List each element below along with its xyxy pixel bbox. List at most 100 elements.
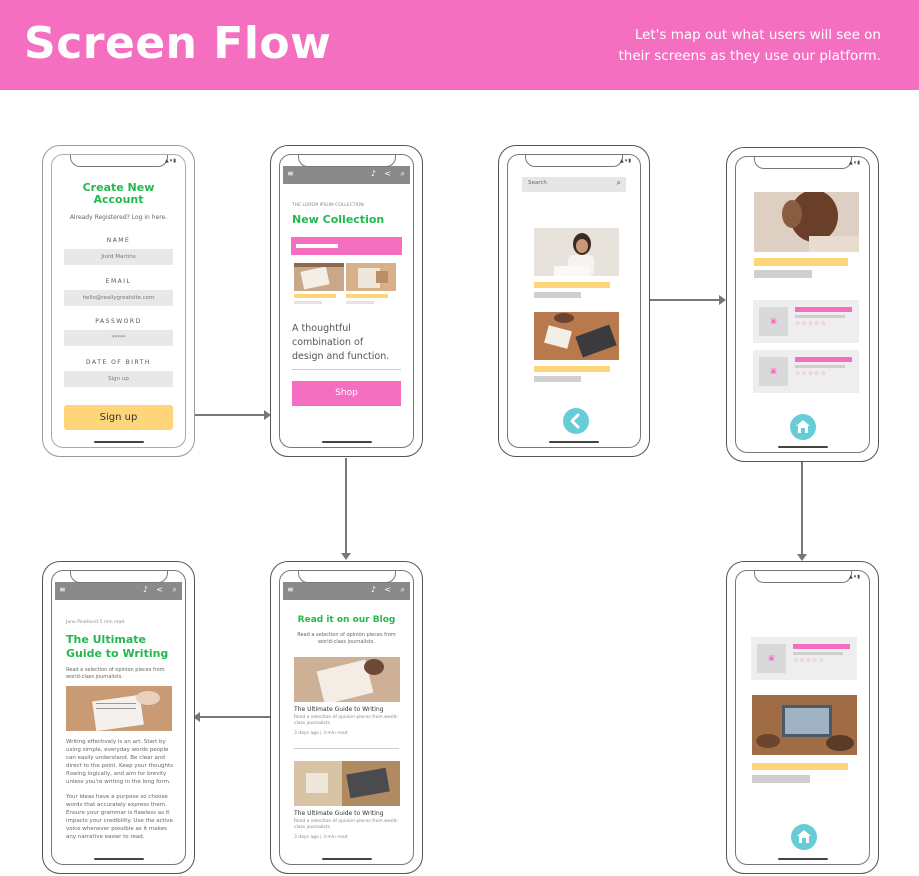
home-icon — [797, 830, 811, 843]
hero-photo — [754, 192, 859, 252]
page-subtitle-line: Let's map out what users will see on — [634, 27, 881, 43]
body-line: Writing effectively is an art. Start by — [66, 739, 166, 745]
blog-post-title[interactable]: The Ultimate Guide to Writing — [294, 706, 384, 713]
product-card[interactable]: ▣ ☆☆☆☆☆ — [751, 637, 857, 680]
status-icons: ▲▾▮ — [164, 158, 177, 164]
rating-stars: ☆☆☆☆☆ — [795, 320, 827, 327]
signup-title-line: Account — [93, 193, 144, 206]
connector-blog-to-article — [200, 716, 270, 718]
menu-icon[interactable]: ≡ — [287, 585, 294, 594]
blog-post-photo[interactable] — [294, 657, 400, 702]
product-name-placeholder — [795, 307, 852, 312]
product-card[interactable]: ▣ ☆☆☆☆☆ — [753, 300, 859, 343]
password-field[interactable]: ***** — [64, 330, 173, 346]
body-line: using simple, everyday words people — [66, 747, 169, 753]
home-indicator — [777, 446, 828, 448]
page-subtitle-line: their screens as they use our platform. — [618, 48, 881, 64]
image-placeholder-icon: ▣ — [759, 307, 788, 336]
home-button[interactable] — [790, 414, 816, 440]
product-thumb[interactable] — [346, 263, 396, 291]
collection-banner — [291, 237, 402, 255]
divider — [294, 748, 399, 749]
email-label: EMAIL — [105, 278, 132, 285]
phone-product-screen: ▲▾▮ ▣ ☆☆☆☆☆ ▣ ☆☆☆☆☆ — [726, 147, 879, 462]
phone-screen: ▲▾▮ ▣ ☆☆☆☆☆ ▣ ☆☆☆☆☆ — [735, 156, 870, 453]
result-title-placeholder — [534, 282, 610, 288]
login-link[interactable]: Already Registered? Log in here. — [52, 214, 185, 221]
body-line: any narrative easier to read. — [66, 834, 145, 840]
name-field[interactable]: Jiord Martins — [64, 249, 173, 265]
blog-subtitle-line: Read a selection of opinion pieces from — [297, 632, 396, 638]
phone-screen: ≡ ♪ < ⌕ Read it on our Blog Read a selec… — [279, 570, 414, 865]
share-icon[interactable]: < — [384, 169, 391, 178]
status-icons: ▲▾▮ — [848, 160, 861, 166]
detail-photo-illustration — [752, 695, 857, 755]
phone-signup-screen: ▲▾▮ Create New Account Already Registere… — [42, 145, 195, 457]
dob-field[interactable]: Sign up — [64, 371, 173, 387]
rating-stars: ☆☆☆☆☆ — [793, 657, 825, 664]
signup-title: Create New Account — [52, 182, 185, 206]
menu-icon[interactable]: ≡ — [59, 585, 66, 594]
arrow-head-icon — [341, 553, 351, 560]
search-icon[interactable]: ⌕ — [401, 169, 405, 179]
blog-title: Read it on our Blog — [297, 615, 396, 625]
bell-icon[interactable]: ♪ — [143, 585, 148, 594]
phone-collection-screen: ≡ ♪ < ⌕ THE LOREM IPSUM COLLECTION New C… — [270, 145, 423, 457]
menu-icon[interactable]: ≡ — [287, 169, 294, 178]
body-line: words that accurately express them. — [66, 802, 167, 808]
product-card[interactable]: ▣ ☆☆☆☆☆ — [753, 350, 859, 393]
tagline-line: A thoughtful — [292, 323, 351, 334]
blog-post-meta: 3 days ago | 3 min read — [294, 731, 348, 736]
share-icon[interactable]: < — [384, 585, 391, 594]
product-thumb-illustration — [358, 268, 388, 288]
home-button[interactable] — [791, 824, 817, 850]
blog-post-title[interactable]: The Ultimate Guide to Writing — [294, 810, 384, 817]
phone-notch — [525, 155, 623, 167]
phone-screen: ▲▾▮ ▣ ☆☆☆☆☆ — [735, 570, 870, 865]
blog-post-desc-line: class journalists — [294, 825, 330, 830]
article-photo — [66, 686, 172, 731]
phone-notch — [297, 155, 396, 167]
phone-search-screen: ▲▾▮ Search ⌕ — [498, 145, 650, 457]
chevron-left-icon — [570, 413, 580, 429]
search-icon[interactable]: ⌕ — [401, 585, 405, 595]
detail-photo — [752, 695, 857, 755]
product-thumb[interactable] — [294, 263, 344, 291]
bell-icon[interactable]: ♪ — [371, 169, 376, 178]
collection-tagline: A thoughtful combination of design and f… — [292, 322, 389, 364]
body-line: flowing logically, and aim for brevity — [66, 771, 167, 777]
product-desc-placeholder — [795, 315, 845, 318]
result-photo[interactable] — [534, 228, 619, 276]
result-photo[interactable] — [534, 312, 619, 360]
shop-button[interactable]: Shop — [292, 381, 401, 406]
blog-post-photo-illustration — [294, 761, 400, 806]
article-photo-illustration — [66, 686, 172, 731]
search-input[interactable]: Search ⌕ — [522, 177, 626, 192]
back-button[interactable] — [563, 408, 589, 434]
search-icon[interactable]: ⌕ — [173, 585, 177, 595]
share-icon[interactable]: < — [156, 585, 163, 594]
signup-button[interactable]: Sign up — [64, 405, 173, 430]
phone-screen: ≡ ♪ < ⌕ Juno Pinehurst 5 min read The Ul… — [51, 570, 186, 865]
phone-screen: ▲▾▮ Search ⌕ — [507, 154, 641, 448]
home-indicator — [321, 441, 372, 443]
product-thumb-illustration — [294, 263, 344, 290]
detail-title-placeholder — [752, 763, 848, 770]
phone-notch — [753, 157, 852, 169]
body-line: can easily understand. Be clear and — [66, 755, 165, 761]
article-body-paragraph: Writing effectively is an art. Start by … — [66, 738, 176, 786]
search-icon: ⌕ — [616, 178, 621, 187]
blog-post-desc: Read a selection of opinion pieces from … — [294, 819, 398, 831]
body-line: Ensure your grammar is flawless as it — [66, 810, 170, 816]
bell-icon[interactable]: ♪ — [371, 585, 376, 594]
result-meta-placeholder — [534, 292, 581, 298]
connector-search-to-product — [650, 299, 720, 301]
article-body-paragraph: Your ideas have a purpose so choose word… — [66, 793, 176, 841]
phone-screen: ≡ ♪ < ⌕ THE LOREM IPSUM COLLECTION New C… — [279, 154, 414, 448]
phone-notch — [69, 571, 168, 583]
email-field[interactable]: hello@reallygreatsite.com — [64, 290, 173, 306]
body-line: Your ideas have a purpose so choose — [66, 794, 168, 800]
blog-post-photo[interactable] — [294, 761, 400, 806]
body-line: direct to the point. Keep your thoughts — [66, 763, 173, 769]
result-photo-illustration — [534, 312, 619, 360]
